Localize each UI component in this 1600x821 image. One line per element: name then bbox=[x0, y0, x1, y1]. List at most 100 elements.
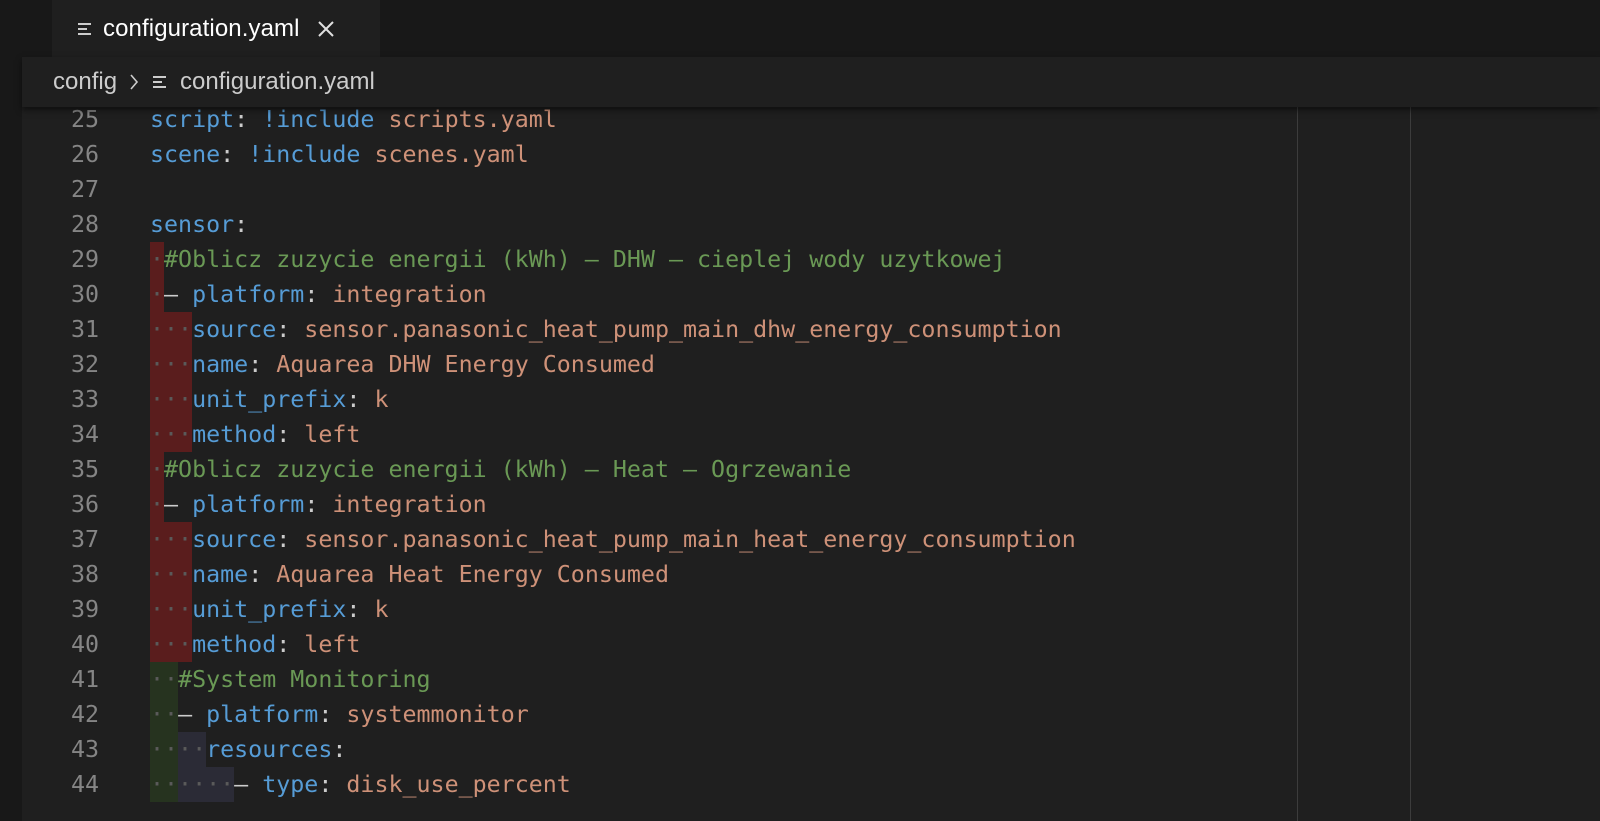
code-token: : bbox=[234, 211, 249, 238]
line-number: 35 bbox=[70, 456, 99, 483]
code-line[interactable]: 42 ··– platform: systemmonitor bbox=[22, 697, 1600, 732]
line-number: 40 bbox=[70, 631, 99, 658]
breadcrumb-folder[interactable]: config bbox=[53, 68, 117, 96]
code-token: k bbox=[374, 386, 389, 413]
line-number: 26 bbox=[70, 141, 99, 168]
whitespace-marker: ···· bbox=[150, 736, 207, 763]
code-token: resources bbox=[206, 736, 333, 763]
code-line[interactable]: 30 ·– platform: integration bbox=[22, 277, 1600, 312]
line-content: ··#System Monitoring bbox=[150, 662, 431, 697]
code-token: – bbox=[164, 281, 193, 308]
code-line[interactable]: 41 ··#System Monitoring bbox=[22, 662, 1600, 697]
code-line[interactable]: 31 ···source: sensor.panasonic_heat_pump_… bbox=[22, 312, 1600, 347]
whitespace-marker: ··· bbox=[150, 316, 193, 343]
whitespace-marker: · bbox=[150, 491, 165, 518]
line-number: 32 bbox=[70, 351, 99, 378]
code-token: : bbox=[276, 526, 305, 553]
code-token: : bbox=[276, 316, 305, 343]
code-token: systemmonitor bbox=[346, 701, 529, 728]
code-token: #Oblicz zuzycie energii (kWh) – Heat – O… bbox=[164, 456, 852, 483]
code-token: scenes.yaml bbox=[360, 141, 529, 168]
line-number: 43 bbox=[70, 736, 99, 763]
line-content: ·– platform: integration bbox=[150, 277, 487, 312]
whitespace-marker: · bbox=[150, 281, 165, 308]
code-token: : bbox=[318, 701, 347, 728]
line-content: ····resources: bbox=[150, 732, 346, 767]
code-token: script bbox=[150, 107, 235, 133]
chevron-right-icon bbox=[129, 73, 139, 91]
code-token: platform bbox=[192, 281, 305, 308]
code-token: scene bbox=[150, 141, 221, 168]
code-line[interactable]: 38 ···name: Aquarea Heat Energy Consumed bbox=[22, 557, 1600, 592]
code-line[interactable]: 36 ·– platform: integration bbox=[22, 487, 1600, 522]
code-token: left bbox=[304, 421, 361, 448]
code-token: type bbox=[262, 771, 319, 798]
tab-configuration-yaml[interactable]: configuration.yaml bbox=[52, 0, 380, 57]
code-token: : bbox=[234, 107, 263, 133]
whitespace-marker: ······ bbox=[150, 771, 235, 798]
code-token: : bbox=[276, 421, 305, 448]
code-line[interactable]: 32 ···name: Aquarea DHW Energy Consumed bbox=[22, 347, 1600, 382]
code-line[interactable]: 29 ·#Oblicz zuzycie energii (kWh) – DHW –… bbox=[22, 242, 1600, 277]
whitespace-marker: · bbox=[150, 456, 165, 483]
code-line[interactable]: 26 scene: !include scenes.yaml bbox=[22, 137, 1600, 172]
line-number: 27 bbox=[70, 176, 99, 203]
editor-window: configuration.yaml config configuration.… bbox=[0, 0, 1600, 821]
code-line[interactable]: 34 ···method: left bbox=[22, 417, 1600, 452]
code-token: #Oblicz zuzycie energii (kWh) – DHW – ci… bbox=[164, 246, 1006, 273]
code-line[interactable]: 27 bbox=[22, 172, 1600, 207]
code-line[interactable]: 35 ·#Oblicz zuzycie energii (kWh) – Heat … bbox=[22, 452, 1600, 487]
code-token: method bbox=[192, 631, 277, 658]
line-number: 36 bbox=[70, 491, 99, 518]
code-token: source bbox=[192, 316, 277, 343]
code-token: unit_prefix bbox=[192, 386, 347, 413]
close-icon[interactable] bbox=[316, 19, 336, 39]
code-token: sensor bbox=[150, 211, 235, 238]
line-number: 37 bbox=[70, 526, 99, 553]
code-line[interactable]: 25 script: !include scripts.yaml bbox=[22, 107, 1600, 137]
whitespace-marker: ··· bbox=[150, 561, 193, 588]
line-content: ···unit_prefix: k bbox=[150, 382, 388, 417]
code-token: Aquarea DHW Energy Consumed bbox=[276, 351, 655, 378]
code-token: – bbox=[178, 701, 207, 728]
code-line[interactable]: 44 ······– type: disk_use_percent bbox=[22, 767, 1600, 802]
tab-label: configuration.yaml bbox=[103, 14, 300, 42]
code-line[interactable]: 37 ···source: sensor.panasonic_heat_pump_… bbox=[22, 522, 1600, 557]
code-token: : bbox=[304, 281, 333, 308]
line-content: ···method: left bbox=[150, 627, 360, 662]
code-token: : bbox=[346, 596, 375, 623]
code-line[interactable]: 39 ···unit_prefix: k bbox=[22, 592, 1600, 627]
code-token: : bbox=[220, 141, 249, 168]
activity-bar-edge bbox=[0, 0, 22, 821]
breadcrumb-file[interactable]: configuration.yaml bbox=[180, 68, 375, 96]
code-line[interactable]: 40 ···method: left bbox=[22, 627, 1600, 662]
lines-file-icon bbox=[78, 21, 93, 37]
line-number: 28 bbox=[70, 211, 99, 238]
code-token: disk_use_percent bbox=[346, 771, 571, 798]
line-number: 44 bbox=[70, 771, 99, 798]
line-number: 29 bbox=[70, 246, 99, 273]
code-token: method bbox=[192, 421, 277, 448]
breadcrumb: config configuration.yaml bbox=[22, 57, 1600, 107]
line-content: scene: !include scenes.yaml bbox=[150, 137, 529, 172]
vertical-ruler bbox=[1410, 107, 1411, 821]
vertical-ruler bbox=[1297, 107, 1298, 821]
code-token: !include bbox=[262, 107, 375, 133]
line-content: ···name: Aquarea DHW Energy Consumed bbox=[150, 347, 655, 382]
code-token: – bbox=[164, 491, 193, 518]
line-content: ·#Oblicz zuzycie energii (kWh) – Heat – … bbox=[150, 452, 851, 487]
code-line[interactable]: 43 ····resources: bbox=[22, 732, 1600, 767]
code-token: : bbox=[276, 631, 305, 658]
code-token: source bbox=[192, 526, 277, 553]
line-content: ···source: sensor.panasonic_heat_pump_ma… bbox=[150, 522, 1076, 557]
code-token: integration bbox=[332, 491, 487, 518]
line-content: ···method: left bbox=[150, 417, 360, 452]
code-line[interactable]: 33 ···unit_prefix: k bbox=[22, 382, 1600, 417]
code-token: : bbox=[332, 736, 347, 763]
code-editor[interactable]: 25 script: !include scripts.yaml 26 scene: … bbox=[22, 107, 1600, 821]
line-number: 33 bbox=[70, 386, 99, 413]
code-token: name bbox=[192, 351, 249, 378]
line-content: ······– type: disk_use_percent bbox=[150, 767, 571, 802]
code-line[interactable]: 28 sensor: bbox=[22, 207, 1600, 242]
line-number: 30 bbox=[70, 281, 99, 308]
